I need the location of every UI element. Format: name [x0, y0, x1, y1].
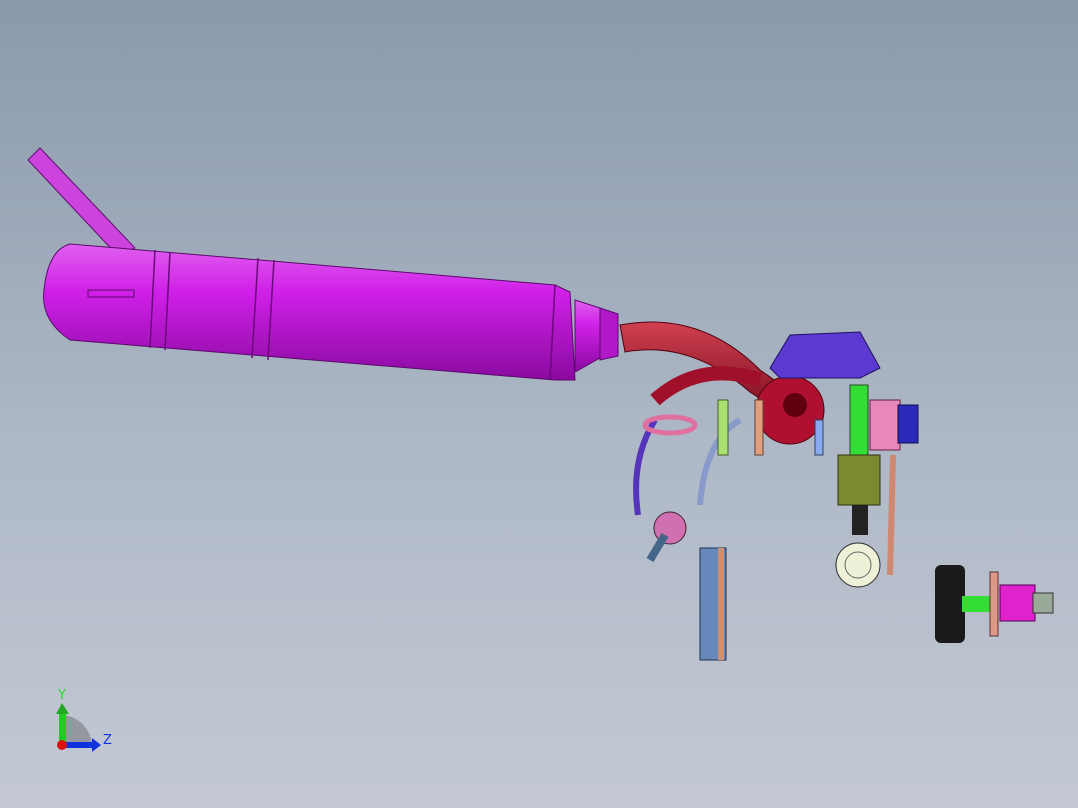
y-axis-label: Y — [57, 688, 66, 703]
z-axis-label: Z — [103, 733, 112, 748]
muffler-assembly[interactable] — [27, 147, 619, 381]
x-axis-dot — [57, 740, 67, 750]
cad-viewport[interactable]: Y Z — [0, 0, 1078, 808]
pulley-assembly[interactable] — [935, 565, 1054, 643]
view-triad: Y Z — [56, 688, 112, 752]
fuel-tank[interactable] — [769, 331, 881, 379]
